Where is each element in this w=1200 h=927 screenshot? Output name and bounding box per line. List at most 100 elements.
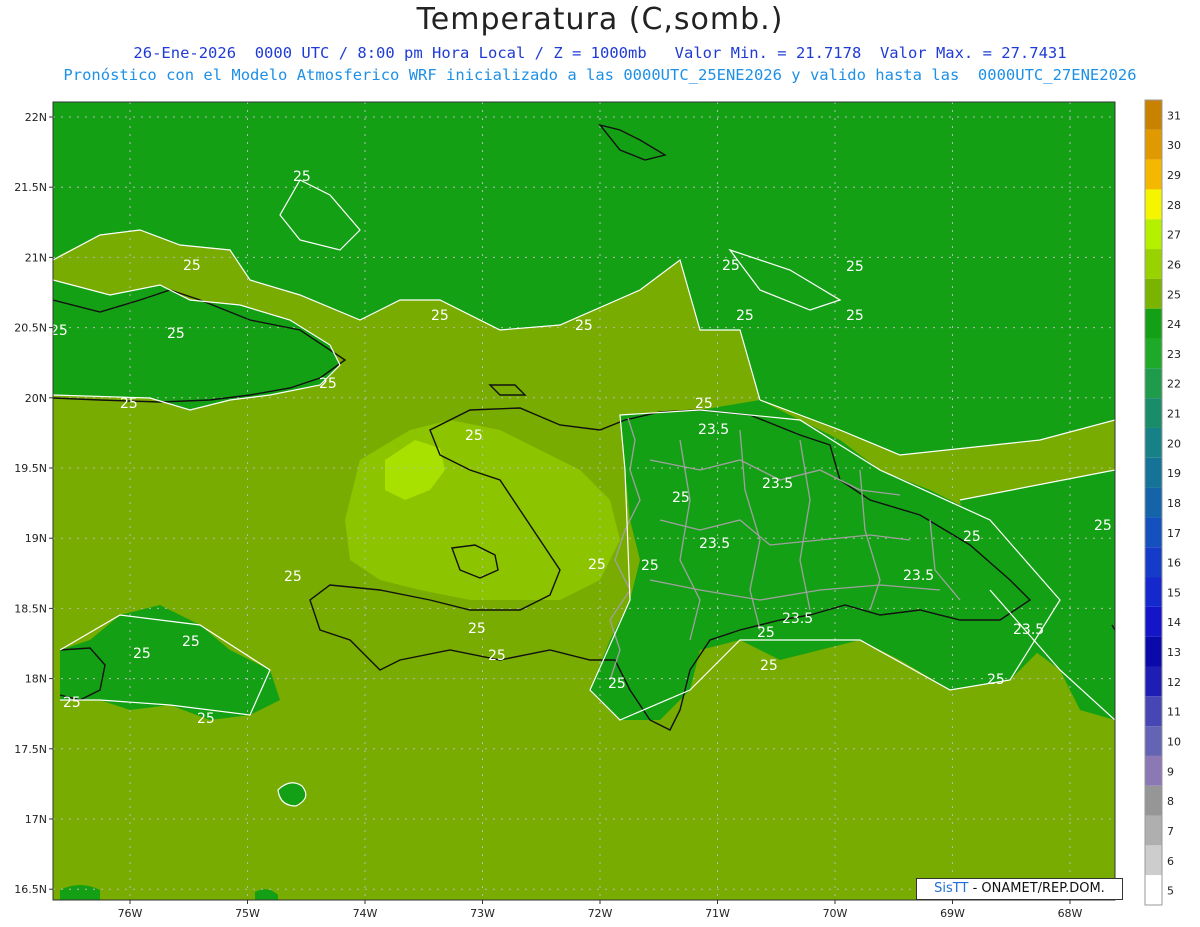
contour-label: 25 bbox=[284, 569, 302, 585]
lat-label: 22N bbox=[25, 111, 47, 124]
colorbar-label: 21 bbox=[1167, 408, 1181, 421]
colorbar-label: 10 bbox=[1167, 735, 1181, 748]
colorbar-swatch bbox=[1145, 338, 1162, 369]
colorbar-swatch bbox=[1145, 219, 1162, 250]
contour-label: 25 bbox=[722, 258, 740, 274]
colorbar-swatch bbox=[1145, 636, 1162, 667]
colorbar-swatch bbox=[1145, 755, 1162, 786]
contour-label: 23.5 bbox=[782, 611, 813, 627]
colorbar-label: 16 bbox=[1167, 557, 1181, 570]
contour-label: 25 bbox=[963, 529, 981, 545]
latitude-axis: 22N 21.5N 21N 20.5N 20N 19.5N 19N 18.5N 18N 17.5N… bbox=[14, 111, 53, 896]
contour-label: 23.5 bbox=[1013, 622, 1044, 638]
lat-label: 20.5N bbox=[14, 322, 47, 335]
contour-label: 25 bbox=[736, 308, 754, 324]
contour-label: 25 bbox=[672, 490, 690, 506]
contour-label: 25 bbox=[468, 621, 486, 637]
lat-label: 18.5N bbox=[14, 602, 47, 615]
contour-label: 23.5 bbox=[762, 476, 793, 492]
lat-label: 19.5N bbox=[14, 462, 47, 475]
colorbar-label: 11 bbox=[1167, 706, 1181, 719]
contour-label: 25 bbox=[608, 676, 626, 692]
contour-label: 25 bbox=[846, 308, 864, 324]
lat-label: 16.5N bbox=[14, 883, 47, 896]
colorbar-swatch bbox=[1145, 427, 1162, 458]
colorbar: 31 30 29 28 27 26 25 24 23 22 21 20 19 18 17 16 15 14 13 12… bbox=[1144, 99, 1181, 906]
lat-label: 17.5N bbox=[14, 743, 47, 756]
contour-label: 25 bbox=[695, 396, 713, 412]
lat-label: 17N bbox=[25, 813, 47, 826]
colorbar-swatch bbox=[1145, 577, 1162, 607]
colorbar-swatch bbox=[1145, 278, 1162, 309]
colorbar-swatch bbox=[1145, 666, 1162, 697]
colorbar-swatch bbox=[1145, 159, 1162, 190]
contour-label: 25 bbox=[120, 396, 138, 412]
colorbar-label: 12 bbox=[1167, 676, 1181, 689]
contour-label: 25 bbox=[431, 308, 449, 324]
colorbar-label: 25 bbox=[1167, 288, 1181, 301]
lon-label: 76W bbox=[118, 907, 143, 920]
contour-label: 25 bbox=[465, 428, 483, 444]
colorbar-swatch bbox=[1145, 815, 1162, 846]
lat-label: 19N bbox=[25, 532, 47, 545]
lon-label: 74W bbox=[353, 907, 378, 920]
contour-label: 25 bbox=[987, 672, 1005, 688]
colorbar-label: 7 bbox=[1167, 825, 1174, 838]
contour-label: 25 bbox=[197, 711, 215, 727]
contour-label: 25 bbox=[182, 634, 200, 650]
colorbar-swatch bbox=[1145, 606, 1162, 637]
colorbar-label: 8 bbox=[1167, 795, 1174, 808]
colorbar-swatch bbox=[1145, 129, 1162, 160]
contour-label: 23.5 bbox=[903, 568, 934, 584]
contour-label: 23.5 bbox=[698, 422, 729, 438]
credit-text: - ONAMET/REP.DOM. bbox=[968, 881, 1105, 896]
temperature-map: 25 25 25 25 25 25 25 25 25 25 25 25 25 2… bbox=[14, 99, 1181, 920]
colorbar-swatch bbox=[1145, 517, 1162, 548]
colorbar-label: 17 bbox=[1167, 527, 1181, 540]
sis-logo-text: SisTT bbox=[934, 881, 969, 896]
colorbar-label: 28 bbox=[1167, 199, 1181, 212]
lon-label: 72W bbox=[588, 907, 613, 920]
colorbar-swatch bbox=[1145, 785, 1162, 816]
lat-label: 21N bbox=[25, 251, 47, 264]
lat-label: 18N bbox=[25, 673, 47, 686]
colorbar-swatch bbox=[1145, 249, 1162, 279]
lon-label: 68W bbox=[1058, 907, 1083, 920]
colorbar-label: 26 bbox=[1167, 258, 1181, 271]
colorbar-label: 31 bbox=[1167, 109, 1181, 122]
contour-label: 25 bbox=[293, 169, 311, 185]
colorbar-swatch bbox=[1145, 487, 1162, 518]
colorbar-swatch bbox=[1145, 547, 1162, 578]
colorbar-label: 22 bbox=[1167, 378, 1181, 391]
contour-label: 25 bbox=[319, 376, 337, 392]
colorbar-label: 29 bbox=[1167, 169, 1181, 182]
lat-label: 20N bbox=[25, 392, 47, 405]
contour-label: 25 bbox=[183, 258, 201, 274]
colorbar-swatch bbox=[1145, 457, 1162, 488]
colorbar-swatch bbox=[1145, 308, 1162, 339]
contour-label: 25 bbox=[167, 326, 185, 342]
colorbar-label: 19 bbox=[1167, 467, 1181, 480]
lon-label: 70W bbox=[823, 907, 848, 920]
colorbar-swatch bbox=[1145, 368, 1162, 399]
colorbar-label: 15 bbox=[1167, 586, 1181, 599]
credit-box: SisTT - ONAMET/REP.DOM. bbox=[916, 878, 1123, 900]
colorbar-swatch bbox=[1145, 100, 1162, 130]
colorbar-label: 20 bbox=[1167, 437, 1181, 450]
lon-label: 75W bbox=[235, 907, 260, 920]
colorbar-swatch bbox=[1145, 875, 1162, 905]
lon-label: 73W bbox=[470, 907, 495, 920]
colorbar-label: 30 bbox=[1167, 139, 1181, 152]
colorbar-label: 9 bbox=[1167, 765, 1174, 778]
colorbar-label: 23 bbox=[1167, 348, 1181, 361]
colorbar-label: 6 bbox=[1167, 855, 1174, 868]
colorbar-label: 14 bbox=[1167, 616, 1181, 629]
contour-label: 25 bbox=[588, 557, 606, 573]
colorbar-swatch bbox=[1145, 696, 1162, 727]
colorbar-label: 24 bbox=[1167, 318, 1181, 331]
contour-label: 23.5 bbox=[699, 536, 730, 552]
lon-label: 71W bbox=[705, 907, 730, 920]
contour-label: 25 bbox=[641, 558, 659, 574]
contour-label: 25 bbox=[575, 318, 593, 334]
contour-label: 25 bbox=[488, 648, 506, 664]
